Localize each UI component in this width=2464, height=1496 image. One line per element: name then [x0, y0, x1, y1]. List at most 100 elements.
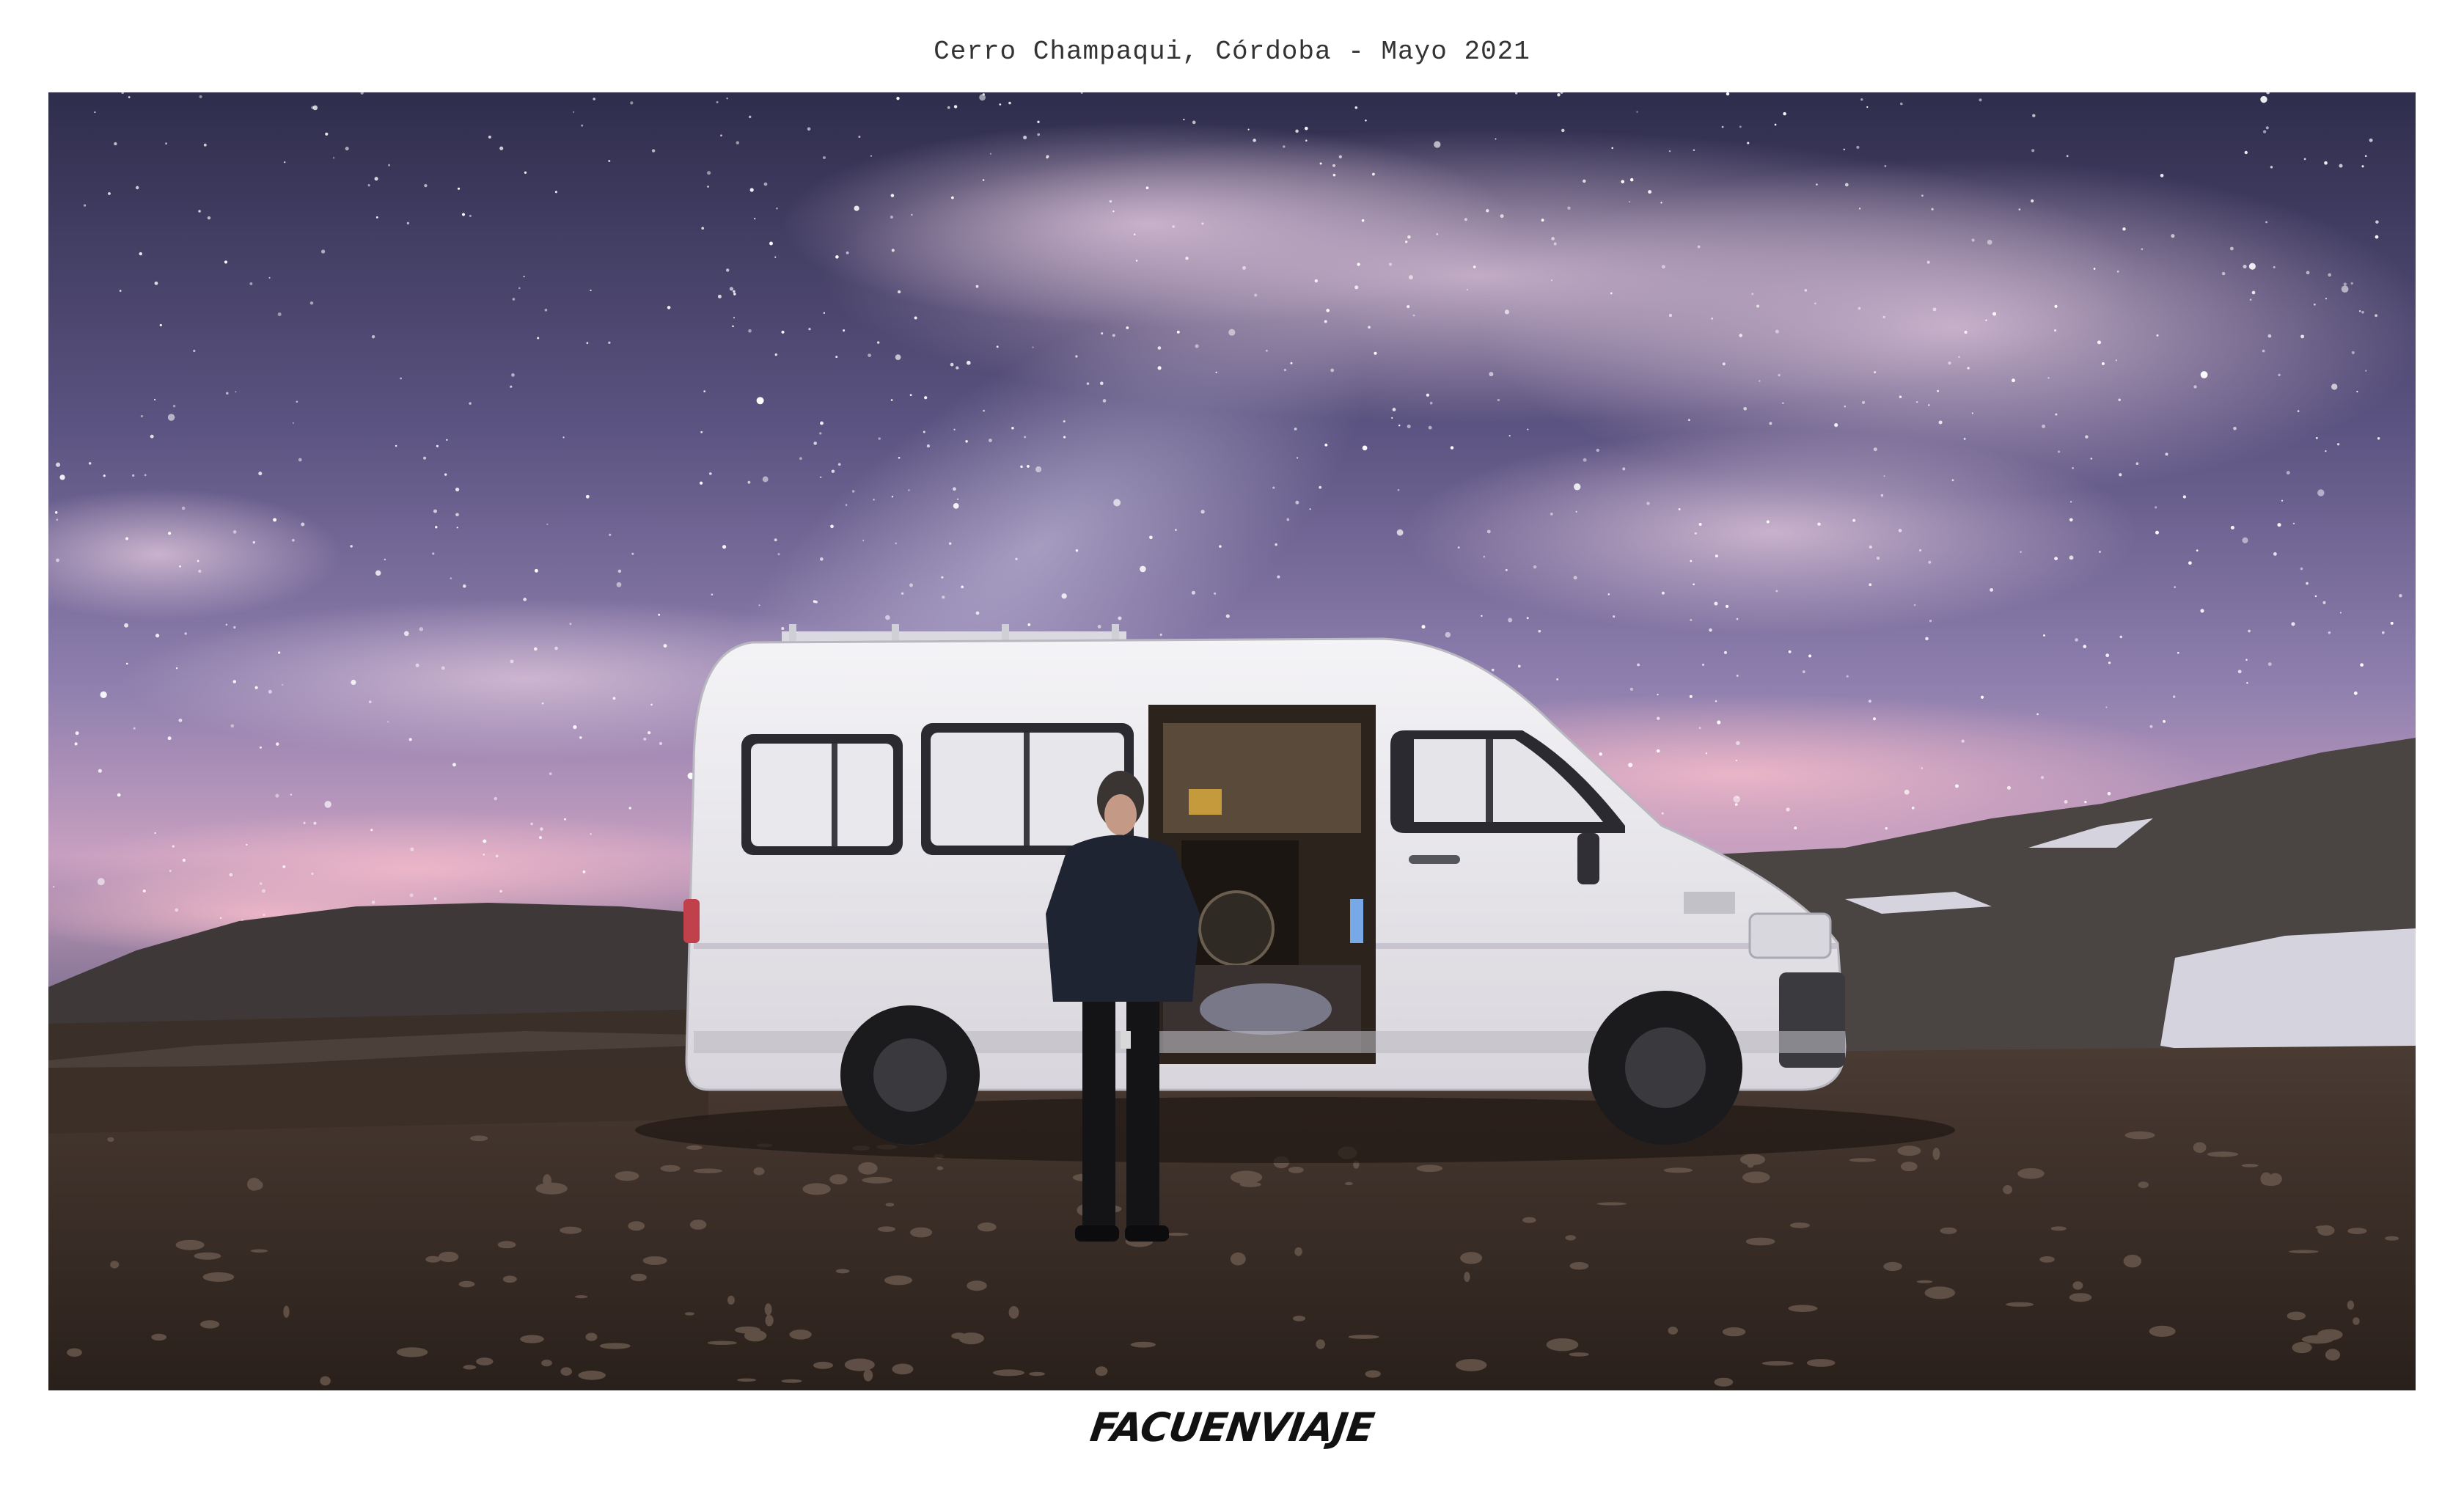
star [748, 329, 752, 333]
star [539, 836, 542, 839]
star [2341, 285, 2349, 293]
star [1873, 447, 1877, 452]
star [2069, 518, 2073, 522]
star [747, 480, 751, 484]
star [371, 901, 375, 904]
star [2163, 719, 2166, 723]
rock [2124, 1131, 2155, 1140]
rock [1761, 1361, 1794, 1366]
star [2200, 609, 2204, 613]
star [523, 598, 527, 601]
star [1533, 565, 1537, 569]
star [1063, 436, 1066, 439]
star [707, 186, 709, 188]
star [2251, 290, 2256, 295]
star [1714, 601, 1718, 606]
star [1326, 309, 1330, 312]
star [1931, 208, 1934, 210]
star [1391, 417, 1393, 419]
star [193, 349, 196, 353]
rock [892, 1363, 914, 1375]
star [261, 889, 266, 893]
rock [1565, 1235, 1576, 1241]
star [1736, 617, 1739, 620]
star [733, 317, 736, 319]
star [1473, 265, 1476, 268]
rock [283, 1305, 290, 1318]
rock [844, 1358, 875, 1371]
star [132, 474, 135, 477]
star [1097, 625, 1101, 628]
star [1575, 510, 1577, 513]
star [179, 565, 181, 568]
star [235, 391, 237, 393]
van-shadow [635, 1097, 1955, 1163]
star [1759, 380, 1761, 382]
star [2375, 220, 2379, 224]
star [2249, 298, 2252, 301]
star [277, 312, 282, 317]
star [2273, 551, 2277, 556]
rock [1239, 1181, 1261, 1187]
star [1297, 457, 1299, 459]
star [54, 510, 58, 514]
star [2105, 706, 2108, 708]
star [225, 623, 228, 626]
rock [764, 1303, 772, 1316]
star [182, 859, 186, 862]
rock [2268, 1173, 2282, 1185]
star [1985, 319, 1987, 321]
star [432, 552, 435, 555]
star [1928, 404, 1930, 406]
star [1734, 803, 1738, 806]
rock [2292, 1342, 2312, 1354]
star [290, 793, 293, 796]
star [582, 870, 586, 873]
star [1921, 194, 1924, 197]
star [298, 458, 302, 462]
star [1133, 233, 1136, 235]
star [1913, 604, 1916, 606]
star [259, 746, 262, 749]
star [1324, 443, 1328, 447]
star [617, 569, 622, 573]
star [631, 552, 634, 555]
star [172, 845, 175, 848]
star [949, 542, 952, 545]
star [703, 390, 706, 392]
star [1286, 518, 1290, 521]
rock [1897, 1145, 1921, 1156]
star [609, 533, 612, 536]
star [2292, 522, 2295, 525]
star [2262, 130, 2267, 133]
star [1661, 591, 1665, 595]
star [2172, 695, 2176, 698]
star [510, 385, 513, 388]
star [1954, 784, 1959, 788]
star [820, 421, 824, 425]
rock [684, 1312, 694, 1316]
star [1916, 401, 1918, 403]
star [199, 95, 202, 99]
star [781, 627, 785, 630]
star [1698, 523, 1702, 526]
rock [977, 1222, 997, 1232]
star [1145, 186, 1149, 190]
rock [1546, 1338, 1579, 1352]
star [371, 335, 375, 339]
star [1661, 812, 1664, 815]
star [965, 440, 968, 443]
rock [2069, 1293, 2092, 1302]
star [1990, 587, 1994, 592]
star [309, 301, 314, 305]
star [554, 191, 557, 194]
star [815, 601, 818, 604]
star [446, 439, 448, 441]
rock [1900, 1162, 1918, 1172]
star [2012, 378, 2015, 383]
star [1921, 767, 1924, 769]
star [1408, 275, 1413, 280]
star [2267, 334, 2272, 338]
star [1804, 289, 1808, 292]
star [1928, 560, 1932, 564]
